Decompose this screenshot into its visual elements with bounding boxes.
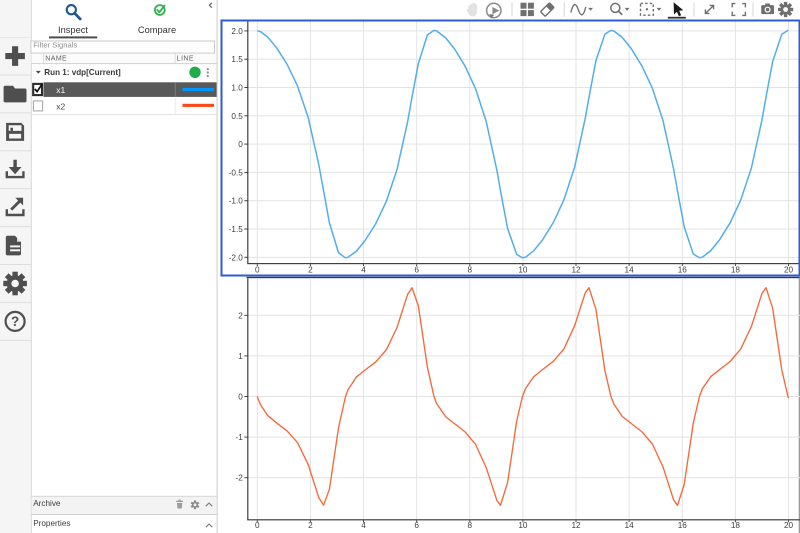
svg-text:-2: -2 <box>236 474 244 483</box>
svg-text:0.5: 0.5 <box>231 112 243 121</box>
svg-text:x1: x1 <box>56 85 65 95</box>
svg-text:0: 0 <box>238 393 243 402</box>
svg-text:2.0: 2.0 <box>231 27 243 36</box>
svg-text:Compare: Compare <box>138 25 176 35</box>
svg-text:-1.0: -1.0 <box>229 197 244 206</box>
svg-text:6: 6 <box>414 521 419 530</box>
svg-text:14: 14 <box>625 521 635 530</box>
svg-text:2: 2 <box>238 311 243 320</box>
svg-text:LINE: LINE <box>177 56 194 63</box>
svg-text:-1.5: -1.5 <box>229 225 244 234</box>
svg-text:14: 14 <box>625 265 635 274</box>
svg-text:0: 0 <box>238 140 243 149</box>
svg-text:20: 20 <box>784 265 794 274</box>
svg-text:1.5: 1.5 <box>231 55 243 64</box>
svg-text:10: 10 <box>518 521 528 530</box>
svg-text:18: 18 <box>731 521 741 530</box>
svg-text:-0.5: -0.5 <box>229 168 244 177</box>
svg-text:8: 8 <box>468 521 473 530</box>
svg-text:20: 20 <box>784 521 794 530</box>
svg-text:2: 2 <box>308 265 313 274</box>
svg-text:0: 0 <box>255 521 260 530</box>
svg-text:12: 12 <box>571 521 581 530</box>
svg-text:2: 2 <box>308 521 313 530</box>
svg-text:0: 0 <box>255 265 260 274</box>
svg-text:1.0: 1.0 <box>231 84 243 93</box>
svg-text:-1: -1 <box>236 433 244 442</box>
svg-text:Archive: Archive <box>33 499 61 508</box>
svg-text:Inspect: Inspect <box>58 25 88 35</box>
svg-text:16: 16 <box>678 265 688 274</box>
svg-text:Filter Signals: Filter Signals <box>33 40 77 49</box>
svg-text:10: 10 <box>518 265 528 274</box>
svg-text:12: 12 <box>571 265 581 274</box>
svg-text:4: 4 <box>361 265 366 274</box>
svg-text:8: 8 <box>468 265 473 274</box>
svg-text:16: 16 <box>678 521 688 530</box>
svg-text:Properties: Properties <box>33 519 70 528</box>
svg-text:x2: x2 <box>56 102 65 112</box>
svg-text:6: 6 <box>414 265 419 274</box>
svg-text:18: 18 <box>731 265 741 274</box>
svg-text:4: 4 <box>361 521 366 530</box>
svg-text:1: 1 <box>238 352 243 361</box>
svg-text:NAME: NAME <box>45 56 67 63</box>
svg-text:?: ? <box>11 314 19 329</box>
svg-text:Run 1: vdp[Current]: Run 1: vdp[Current] <box>44 68 121 77</box>
svg-text:-2.0: -2.0 <box>229 253 244 262</box>
